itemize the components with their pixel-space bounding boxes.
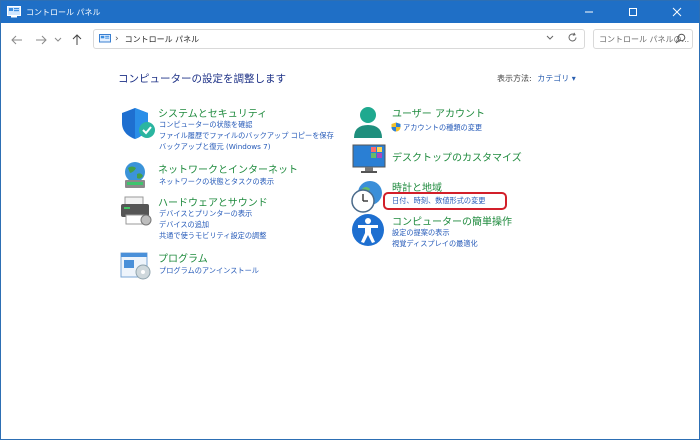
- shield-icon[interactable]: [119, 105, 155, 141]
- recent-locations-button[interactable]: [51, 30, 65, 50]
- link-devices-printers[interactable]: デバイスとプリンターの表示: [159, 209, 252, 219]
- address-dropdown-button[interactable]: [546, 34, 554, 43]
- view-by: 表示方法: カテゴリ ▾: [497, 73, 576, 84]
- category-desktop-customization[interactable]: デスクトップのカスタマイズ: [392, 149, 522, 164]
- minimize-button[interactable]: [567, 1, 611, 23]
- link-optimize-visual-display[interactable]: 視覚ディスプレイの最適化: [392, 239, 478, 249]
- refresh-button[interactable]: [567, 32, 578, 46]
- control-panel-icon: [99, 34, 111, 43]
- category-ease-of-access[interactable]: コンピューターの簡単操作: [392, 213, 512, 228]
- programs-icon[interactable]: [119, 251, 155, 281]
- category-hardware-sound[interactable]: ハードウェアとサウンド: [158, 194, 268, 209]
- breadcrumb-separator: ›: [115, 34, 119, 44]
- printer-icon[interactable]: [119, 195, 155, 227]
- link-uninstall-program[interactable]: プログラムのアンインストール: [159, 266, 259, 276]
- minimize-icon: [585, 11, 593, 13]
- close-button[interactable]: [655, 1, 699, 23]
- window-title: コントロール パネル: [26, 7, 101, 17]
- link-change-account-type[interactable]: アカウントの種類の変更: [403, 123, 482, 133]
- category-system-security[interactable]: システムとセキュリティ: [158, 105, 267, 120]
- view-by-dropdown[interactable]: カテゴリ ▾: [537, 74, 576, 83]
- close-icon: [672, 7, 682, 17]
- back-button[interactable]: [7, 30, 27, 50]
- category-user-accounts[interactable]: ユーザー アカウント: [392, 105, 485, 120]
- page-heading: コンピューターの設定を調整します: [118, 73, 286, 85]
- refresh-icon: [568, 32, 577, 42]
- link-network-status-tasks[interactable]: ネットワークの状態とタスクの表示: [159, 177, 274, 187]
- highlight-box: [383, 192, 507, 210]
- maximize-icon: [629, 8, 637, 16]
- search-icon: [675, 33, 686, 44]
- chevron-down-icon: [546, 35, 554, 40]
- up-button[interactable]: [67, 30, 87, 50]
- arrow-left-icon: [11, 35, 22, 45]
- address-bar[interactable]: › コントロール パネル: [93, 29, 585, 49]
- control-panel-icon: [7, 6, 21, 18]
- desktop-customization-icon[interactable]: [351, 142, 387, 174]
- link-add-device[interactable]: デバイスの追加: [159, 220, 209, 230]
- arrow-up-icon: [72, 34, 82, 45]
- control-panel-window: コントロール パネル › コントロール パネル コントロール パネルの... コ…: [0, 0, 700, 440]
- uac-shield-icon: [391, 122, 401, 132]
- network-globe-icon[interactable]: [119, 160, 155, 190]
- navigation-bar: › コントロール パネル コントロール パネルの...: [1, 23, 699, 57]
- link-settings-suggestions[interactable]: 設定の提案の表示: [392, 228, 450, 238]
- category-network-internet[interactable]: ネットワークとインターネット: [158, 161, 298, 176]
- link-check-computer-status[interactable]: コンピューターの状態を確認: [159, 120, 252, 130]
- category-programs[interactable]: プログラム: [158, 250, 208, 265]
- clock-region-icon[interactable]: [350, 179, 386, 215]
- link-file-history-backup[interactable]: ファイル履歴でファイルのバックアップ コピーを保存: [159, 131, 334, 141]
- view-by-label: 表示方法:: [497, 74, 532, 83]
- forward-button[interactable]: [31, 30, 51, 50]
- maximize-button[interactable]: [611, 1, 655, 23]
- user-accounts-icon[interactable]: [351, 105, 385, 141]
- search-box[interactable]: コントロール パネルの...: [593, 29, 693, 49]
- chevron-down-icon: [54, 37, 62, 42]
- link-mobility-settings[interactable]: 共通で使うモビリティ設定の調整: [159, 231, 266, 241]
- ease-of-access-icon[interactable]: [351, 213, 385, 247]
- link-backup-restore-win7[interactable]: バックアップと復元 (Windows 7): [159, 142, 271, 152]
- arrow-right-icon: [36, 35, 47, 45]
- title-bar: コントロール パネル: [1, 1, 699, 23]
- breadcrumb-control-panel[interactable]: コントロール パネル: [125, 34, 200, 45]
